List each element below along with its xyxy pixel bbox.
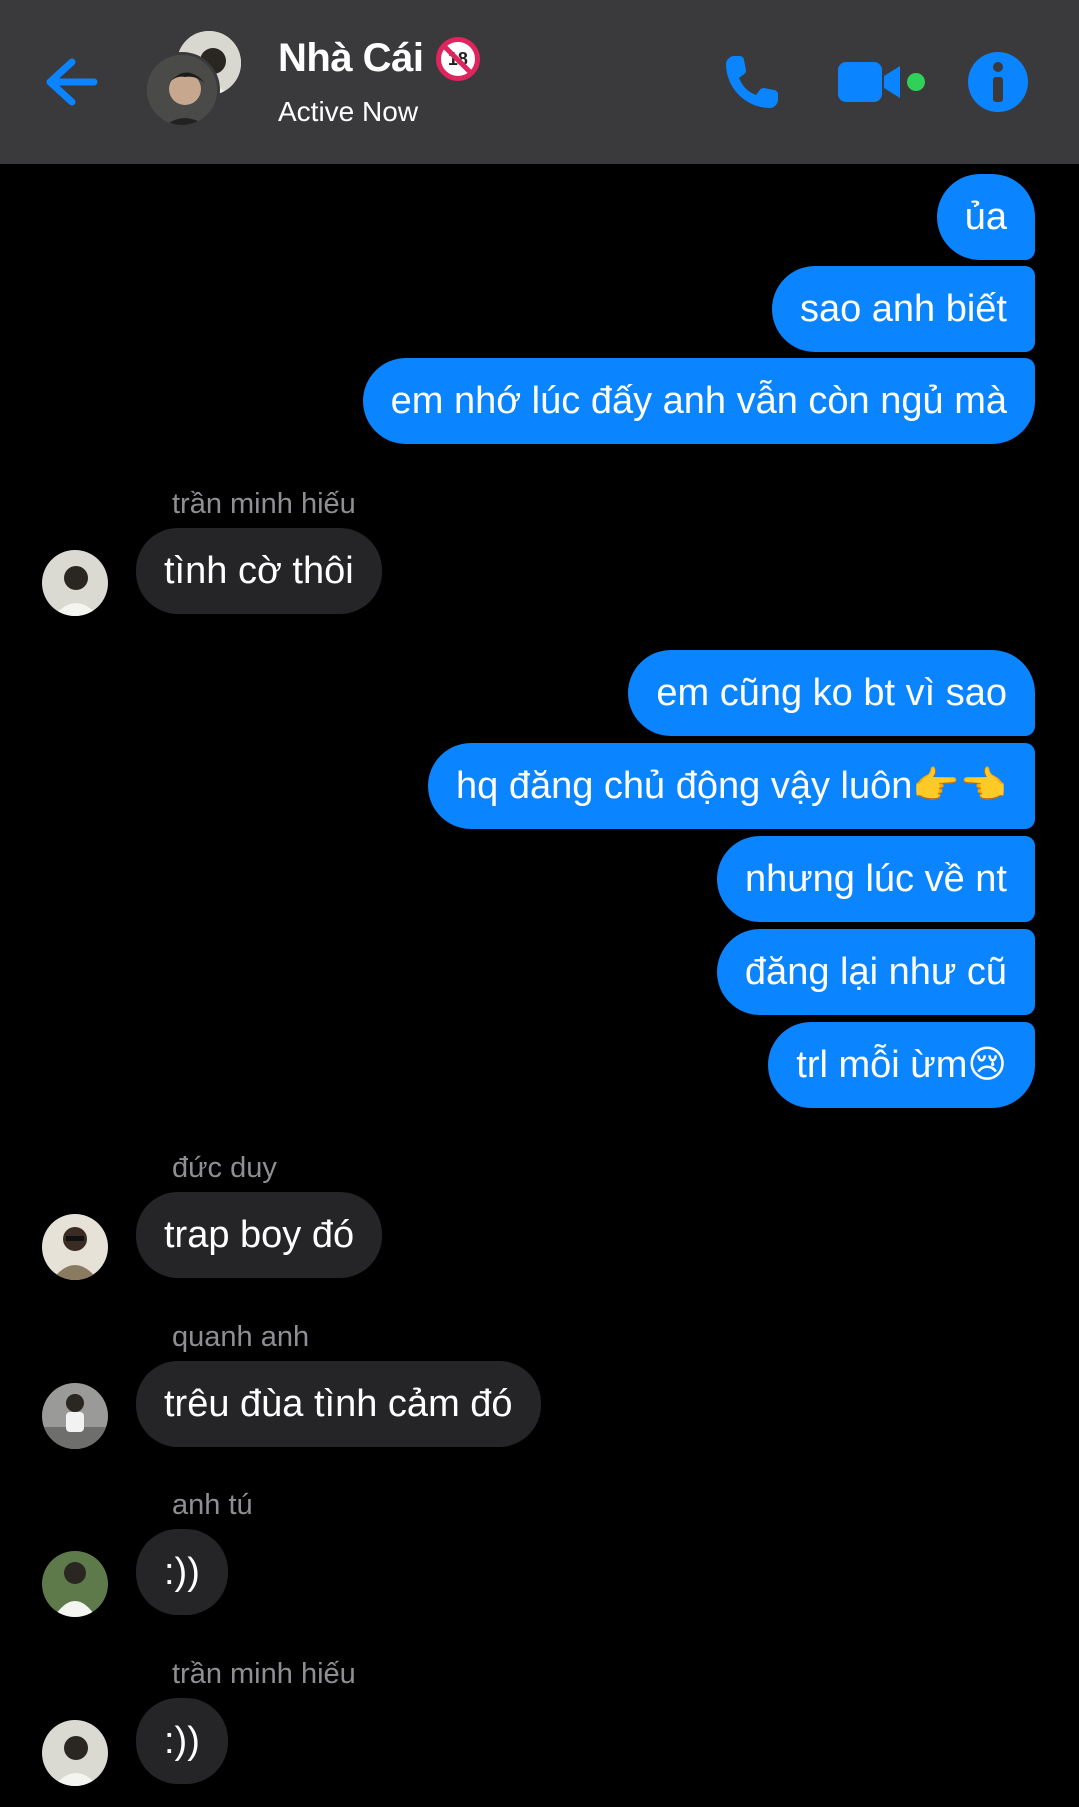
avatar	[144, 52, 220, 128]
info-icon	[968, 52, 1028, 112]
group-avatar[interactable]	[144, 28, 248, 132]
avatar[interactable]	[42, 1383, 108, 1449]
info-button[interactable]	[966, 50, 1030, 114]
incoming-message[interactable]: trap boy đó	[136, 1192, 383, 1278]
outgoing-message[interactable]: đăng lại như cũ	[716, 929, 1035, 1015]
sender-name: quanh anh	[172, 1321, 310, 1353]
page-title: Nhà Cái	[278, 36, 424, 80]
sender-name: đức duy	[172, 1152, 277, 1184]
video-call-button[interactable]	[836, 52, 932, 112]
incoming-message[interactable]: :))	[136, 1529, 228, 1615]
outgoing-message[interactable]: trl mỗi ừm😢	[768, 1022, 1035, 1108]
outgoing-message[interactable]: sao anh biết	[771, 266, 1035, 352]
avatar[interactable]	[42, 1720, 108, 1786]
call-button[interactable]	[720, 50, 784, 114]
outgoing-message[interactable]: em cũng ko bt vì sao	[628, 650, 1035, 736]
incoming-message[interactable]: :))	[136, 1698, 228, 1784]
sender-name: anh tú	[172, 1489, 253, 1521]
sender-name: trần minh hiếu	[172, 1658, 356, 1690]
avatar[interactable]	[42, 1551, 108, 1617]
phone-icon	[726, 56, 778, 108]
back-button[interactable]	[40, 50, 110, 114]
avatar[interactable]	[42, 550, 108, 616]
avatar[interactable]	[42, 1214, 108, 1280]
outgoing-message[interactable]: hq đăng chủ động vậy luôn👉👈	[428, 743, 1035, 829]
sender-name: trần minh hiếu	[172, 488, 356, 520]
outgoing-message[interactable]: ủa	[936, 174, 1035, 260]
conversation-title[interactable]: Nhà Cái 18	[278, 36, 480, 81]
age-restriction-icon: 18	[435, 36, 480, 81]
incoming-message[interactable]: trêu đùa tình cảm đó	[136, 1361, 541, 1447]
incoming-message[interactable]: tình cờ thôi	[136, 528, 382, 614]
outgoing-message[interactable]: em nhớ lúc đấy anh vẫn còn ngủ mà	[362, 358, 1035, 444]
active-status: Active Now	[278, 96, 419, 127]
conversation-header: Nhà Cái 18 Active Now	[0, 0, 1079, 164]
outgoing-message[interactable]: nhưng lúc về nt	[716, 836, 1035, 922]
arrow-left-icon	[46, 58, 98, 106]
video-camera-icon	[838, 62, 925, 102]
